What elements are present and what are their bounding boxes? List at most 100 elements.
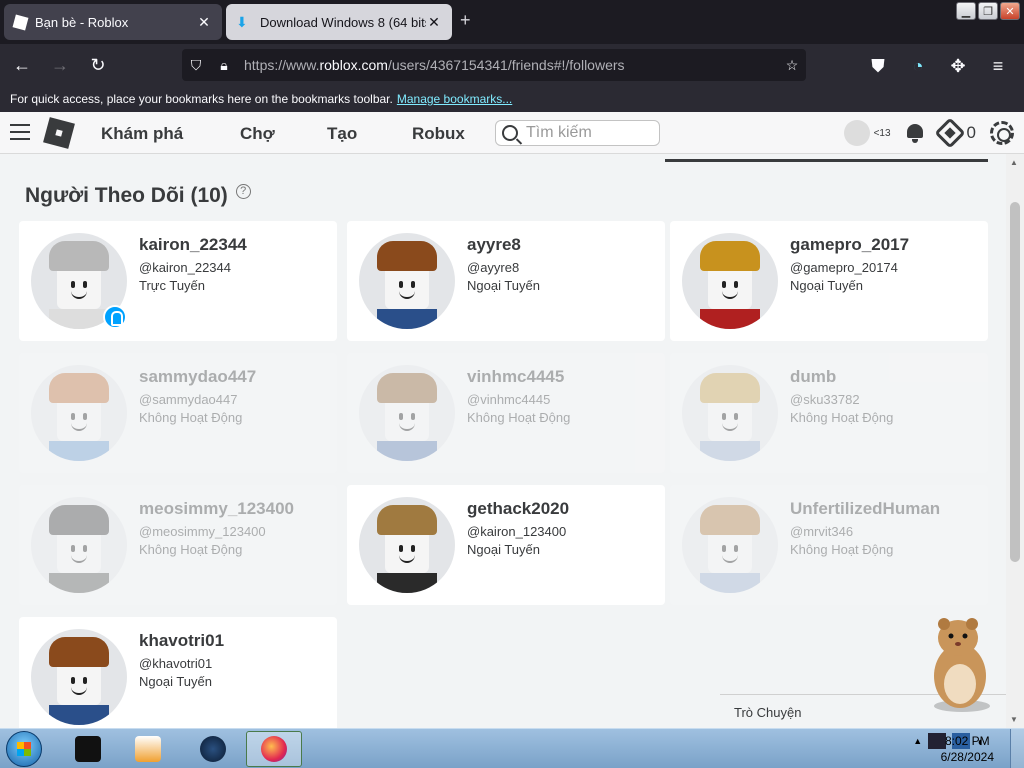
scroll-down-icon[interactable]: ▼ bbox=[1010, 715, 1018, 724]
page-scrollbar[interactable]: ▲ ▼ bbox=[1006, 154, 1024, 728]
nav-create[interactable]: Tạo bbox=[327, 124, 357, 144]
follower-handle: @meosimmy_123400 bbox=[139, 524, 266, 539]
follower-avatar[interactable] bbox=[31, 497, 127, 593]
firefox-icon bbox=[261, 736, 287, 762]
window-controls: ▁ ❐ ✕ bbox=[956, 2, 1020, 20]
clock-time: 8:02 PM bbox=[944, 734, 990, 748]
user-avatar[interactable] bbox=[843, 120, 870, 146]
follower-avatar[interactable] bbox=[682, 365, 778, 461]
system-clock[interactable]: 8:02 PM 6/28/2024 bbox=[941, 733, 994, 765]
follower-name[interactable]: ayyre8 bbox=[467, 235, 521, 255]
follower-handle: @vinhmc4445 bbox=[467, 392, 551, 407]
extensions-icon[interactable]: ✥ bbox=[942, 50, 974, 82]
scroll-up-icon[interactable]: ▲ bbox=[1010, 158, 1018, 167]
follower-avatar[interactable] bbox=[31, 365, 127, 461]
follower-name[interactable]: kairon_22344 bbox=[139, 235, 247, 255]
download-favicon-icon: ⬇ bbox=[236, 14, 248, 30]
tab-title: Download Windows 8 (64 bits) a bbox=[260, 14, 426, 30]
follower-card[interactable]: ayyre8 @ayyre8 Ngoại Tuyến bbox=[347, 221, 665, 341]
follower-handle: @kairon_123400 bbox=[467, 524, 567, 539]
search-input[interactable]: Tìm kiếm bbox=[495, 120, 660, 146]
follower-name[interactable]: UnfertilizedHuman bbox=[790, 499, 940, 519]
nav-robux[interactable]: Robux bbox=[412, 124, 465, 144]
follower-card[interactable]: gamepro_2017 @gamepro_20174 Ngoại Tuyến bbox=[670, 221, 988, 341]
follower-status: Ngoại Tuyến bbox=[467, 278, 540, 293]
follower-card[interactable]: khavotri01 @khavotri01 Ngoại Tuyến bbox=[19, 617, 337, 728]
help-icon[interactable]: ? bbox=[235, 184, 251, 199]
follower-avatar[interactable] bbox=[31, 629, 127, 725]
follower-name[interactable]: vinhmc4445 bbox=[467, 367, 564, 387]
follower-card[interactable]: meosimmy_123400 @meosimmy_123400 Không Hoạ… bbox=[19, 485, 337, 605]
follower-handle: @mrvit346 bbox=[790, 524, 854, 539]
search-placeholder: Tìm kiếm bbox=[526, 124, 592, 141]
follower-card[interactable]: dumb @sku33782 Không Hoạt Động bbox=[670, 353, 988, 473]
follower-status: Ngoại Tuyến bbox=[790, 278, 863, 293]
follower-name[interactable]: meosimmy_123400 bbox=[139, 499, 294, 519]
taskbar-app-globe[interactable] bbox=[185, 731, 241, 767]
minimize-icon[interactable]: ▁ bbox=[956, 2, 976, 20]
bookmarks-bar: For quick access, place your bookmarks h… bbox=[0, 86, 1024, 112]
nav-marketplace[interactable]: Chợ bbox=[240, 124, 275, 144]
pocket-icon[interactable]: ⛊ bbox=[862, 50, 894, 82]
url-text[interactable]: https://www.roblox.com/users/4367154341/… bbox=[244, 57, 778, 73]
menu-icon[interactable]: ≡ bbox=[982, 50, 1014, 82]
active-tab-indicator bbox=[665, 159, 988, 162]
taskbar-app-firefox[interactable] bbox=[246, 731, 302, 767]
follower-card[interactable]: UnfertilizedHuman @mrvit346 Không Hoạt Độn… bbox=[670, 485, 988, 605]
follower-handle: @gamepro_20174 bbox=[790, 260, 898, 275]
forward-icon[interactable]: → bbox=[44, 49, 76, 81]
follower-card[interactable]: kairon_22344 @kairon_22344 Trực Tuyến bbox=[19, 221, 337, 341]
taskbar-app-terminal[interactable] bbox=[60, 731, 116, 767]
close-tab-icon[interactable]: ✕ bbox=[426, 14, 442, 31]
roblox-logo[interactable] bbox=[43, 117, 75, 149]
nav-discover[interactable]: Khám phá bbox=[101, 124, 183, 144]
follower-avatar[interactable] bbox=[682, 233, 778, 329]
close-window-icon[interactable]: ✕ bbox=[1000, 2, 1020, 20]
follower-name[interactable]: gamepro_2017 bbox=[790, 235, 909, 255]
address-bar[interactable]: ⛉ 🔒︎ https://www.roblox.com/users/436715… bbox=[182, 49, 806, 81]
manage-bookmarks-link[interactable]: Manage bookmarks... bbox=[397, 92, 512, 106]
follower-name[interactable]: khavotri01 bbox=[139, 631, 224, 651]
follower-avatar[interactable] bbox=[359, 233, 455, 329]
follower-name[interactable]: gethack2020 bbox=[467, 499, 569, 519]
tray-arrow-icon[interactable]: ▲ bbox=[913, 736, 922, 746]
notifications-bell-icon[interactable] bbox=[905, 122, 925, 144]
follower-status: Không Hoạt Động bbox=[139, 542, 243, 557]
hamster-mascot-image bbox=[934, 618, 990, 712]
taskbar-app-media[interactable] bbox=[120, 731, 176, 767]
page-title: Người Theo Dõi (10) ? bbox=[25, 184, 251, 208]
follower-avatar[interactable] bbox=[359, 365, 455, 461]
bookmark-star-icon[interactable]: ☆ bbox=[778, 57, 806, 74]
follower-card[interactable]: gethack2020 @kairon_123400 Ngoại Tuyến bbox=[347, 485, 665, 605]
follower-handle: @ayyre8 bbox=[467, 260, 520, 275]
follower-status: Ngoại Tuyến bbox=[139, 674, 212, 689]
reload-icon[interactable]: ↻ bbox=[82, 49, 114, 81]
hamburger-menu-icon[interactable] bbox=[10, 124, 30, 140]
follower-handle: @sku33782 bbox=[790, 392, 860, 407]
start-button[interactable] bbox=[6, 731, 42, 767]
back-icon[interactable]: ← bbox=[6, 49, 38, 81]
maximize-icon[interactable]: ❐ bbox=[978, 2, 998, 20]
follower-name[interactable]: dumb bbox=[790, 367, 836, 387]
follower-avatar[interactable] bbox=[682, 497, 778, 593]
robux-icon[interactable] bbox=[933, 117, 966, 149]
follower-card[interactable]: sammydao447 @sammydao447 Không Hoạt Động bbox=[19, 353, 337, 473]
tab-download-windows[interactable]: ⬇ Download Windows 8 (64 bits) a ✕ bbox=[226, 4, 452, 40]
globe-icon bbox=[200, 736, 226, 762]
tab-roblox-friends[interactable]: Bạn bè - Roblox ✕ bbox=[4, 4, 222, 40]
settings-gear-icon[interactable] bbox=[990, 121, 1014, 145]
new-tab-icon[interactable]: + bbox=[460, 10, 471, 31]
account-icon[interactable]: ◔ bbox=[902, 50, 934, 82]
tab-title: Bạn bè - Roblox bbox=[35, 14, 129, 30]
scrollbar-thumb[interactable] bbox=[1010, 202, 1020, 562]
browser-tab-strip: Bạn bè - Roblox ✕ ⬇ Download Windows 8 (… bbox=[0, 0, 1024, 44]
follower-name[interactable]: sammydao447 bbox=[139, 367, 256, 387]
follower-card[interactable]: vinhmc4445 @vinhmc4445 Không Hoạt Động bbox=[347, 353, 665, 473]
close-tab-icon[interactable]: ✕ bbox=[196, 14, 212, 31]
windows-taskbar: ▲ ◖ 8:02 PM 6/28/2024 bbox=[0, 728, 1024, 768]
follower-avatar[interactable] bbox=[359, 497, 455, 593]
lock-icon[interactable]: 🔒︎ bbox=[210, 57, 238, 74]
shield-icon[interactable]: ⛉ bbox=[182, 57, 210, 74]
followers-heading: Người Theo Dõi (10) bbox=[25, 184, 228, 207]
show-desktop-button[interactable] bbox=[1010, 729, 1024, 768]
